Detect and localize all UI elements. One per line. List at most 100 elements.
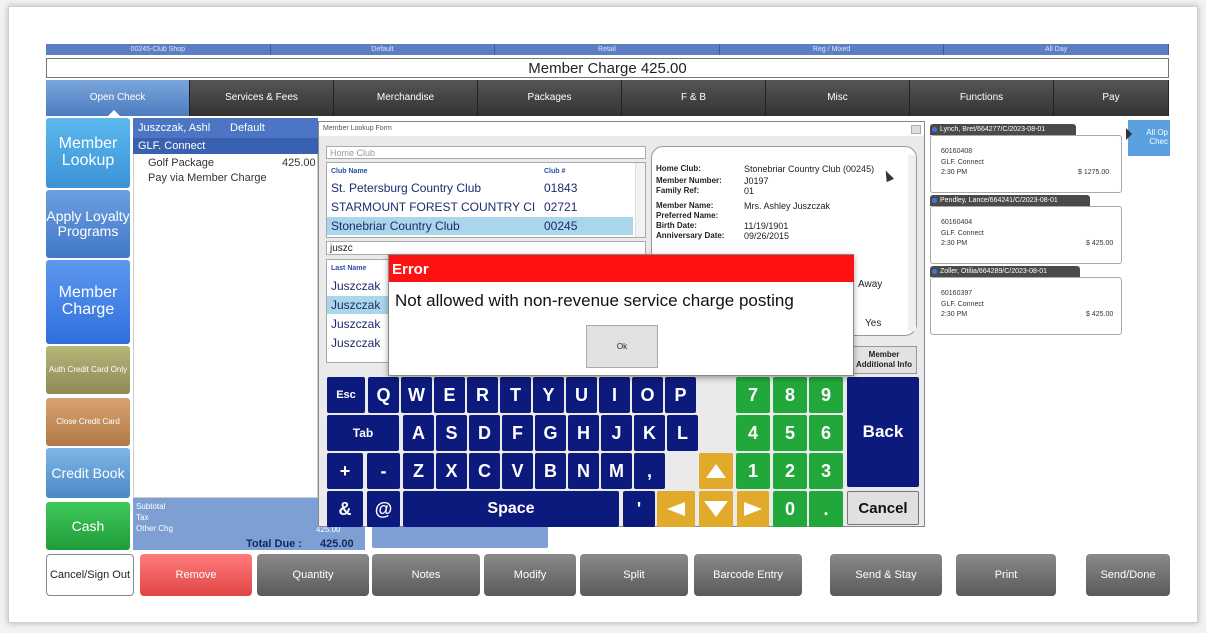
key-x[interactable]: X — [436, 453, 467, 489]
appointment-header[interactable]: Zoller, Otilia/664289/C/2023-08-01 — [930, 266, 1080, 277]
key-q[interactable]: Q — [368, 377, 399, 413]
appointment-card[interactable]: 60160397 GLF. Connect 2:30 PM $ 425.00 — [930, 277, 1122, 335]
num-key-4[interactable]: 4 — [736, 415, 770, 451]
club-row[interactable]: St. Petersburg Country Club 01843 — [327, 179, 633, 197]
apostrophe-key[interactable]: ' — [623, 491, 655, 527]
key-u[interactable]: U — [566, 377, 597, 413]
key-t[interactable]: T — [500, 377, 531, 413]
decimal-key[interactable]: . — [809, 491, 843, 527]
close-icon[interactable] — [911, 125, 921, 134]
cancel-key[interactable]: Cancel — [847, 491, 919, 525]
home-club-input[interactable]: Home Club — [326, 146, 646, 159]
key-o[interactable]: O — [632, 377, 663, 413]
split-button[interactable]: Split — [580, 554, 688, 596]
key-j[interactable]: J — [601, 415, 632, 451]
tab-key[interactable]: Tab — [327, 415, 399, 451]
club-row[interactable]: STARMOUNT FOREST COUNTRY CI 02721 — [327, 198, 633, 216]
details-scrollbar[interactable] — [908, 155, 916, 331]
appointment-header[interactable]: Pendley, Lance/664241/C/2023-08-01 — [930, 195, 1090, 206]
arrow-up-icon[interactable] — [699, 453, 733, 489]
tab-misc[interactable]: Misc — [766, 80, 910, 116]
key-k[interactable]: K — [634, 415, 665, 451]
key-l[interactable]: L — [667, 415, 698, 451]
arrow-right-icon[interactable] — [737, 491, 769, 527]
appointment-group: GLF. Connect — [941, 301, 984, 308]
member-charge-button[interactable]: Member Charge — [46, 260, 130, 344]
search-input[interactable]: juszc — [326, 241, 646, 255]
ok-button[interactable]: Ok — [586, 325, 658, 368]
key-a[interactable]: A — [403, 415, 434, 451]
member-row[interactable]: Juszczak — [327, 334, 397, 352]
member-row[interactable]: Juszczak — [327, 315, 397, 333]
close-credit-card-button[interactable]: Close Credit Card — [46, 398, 130, 446]
key-b[interactable]: B — [535, 453, 566, 489]
tab-merchandise[interactable]: Merchandise — [334, 80, 478, 116]
order-item-name[interactable]: Golf Package — [148, 157, 214, 169]
num-key-9[interactable]: 9 — [809, 377, 843, 413]
num-key-6[interactable]: 6 — [809, 415, 843, 451]
key-v[interactable]: V — [502, 453, 533, 489]
minus-key[interactable]: - — [367, 453, 400, 489]
appointment-card[interactable]: 60160404 GLF. Connect 2:30 PM $ 425.00 — [930, 206, 1122, 264]
key-n[interactable]: N — [568, 453, 599, 489]
num-key-3[interactable]: 3 — [809, 453, 843, 489]
key-y[interactable]: Y — [533, 377, 564, 413]
notes-button[interactable]: Notes — [372, 554, 480, 596]
esc-key[interactable]: Esc — [327, 377, 365, 413]
send-stay-button[interactable]: Send & Stay — [830, 554, 942, 596]
tab-open-check[interactable]: Open Check — [46, 80, 190, 116]
num-key-1[interactable]: 1 — [736, 453, 770, 489]
space-key[interactable]: Space — [403, 491, 619, 527]
appointment-card[interactable]: 60160408 GLF. Connect 2:30 PM $ 1275.00 — [930, 135, 1122, 193]
key-i[interactable]: I — [599, 377, 630, 413]
remove-button[interactable]: Remove — [140, 554, 252, 596]
barcode-entry-button[interactable]: Barcode Entry — [694, 554, 802, 596]
arrow-left-icon[interactable] — [657, 491, 695, 527]
key-e[interactable]: E — [434, 377, 465, 413]
quantity-button[interactable]: Quantity — [257, 554, 369, 596]
comma-key[interactable]: , — [634, 453, 665, 489]
key-p[interactable]: P — [665, 377, 696, 413]
ampersand-key[interactable]: & — [327, 491, 363, 527]
key-c[interactable]: C — [469, 453, 500, 489]
key-r[interactable]: R — [467, 377, 498, 413]
tab-packages[interactable]: Packages — [478, 80, 622, 116]
credit-book-button[interactable]: Credit Book — [46, 448, 130, 498]
key-z[interactable]: Z — [403, 453, 434, 489]
club-list-scrollbar[interactable] — [635, 163, 645, 237]
detail-label: Preferred Name: — [656, 211, 719, 220]
at-key[interactable]: @ — [367, 491, 400, 527]
auth-credit-card-button[interactable]: Auth Credit Card Only — [46, 346, 130, 394]
cash-button[interactable]: Cash — [46, 502, 130, 550]
num-key-7[interactable]: 7 — [736, 377, 770, 413]
plus-key[interactable]: + — [327, 453, 363, 489]
member-row[interactable]: Juszczak — [327, 277, 397, 295]
num-key-0[interactable]: 0 — [773, 491, 807, 527]
appointment-header[interactable]: Lynch, Bret/664277/C/2023-08-01 — [930, 124, 1076, 135]
key-w[interactable]: W — [401, 377, 432, 413]
num-key-5[interactable]: 5 — [773, 415, 807, 451]
print-button[interactable]: Print — [956, 554, 1056, 596]
member-additional-info-button[interactable]: Member Additional Info — [851, 346, 917, 374]
num-key-8[interactable]: 8 — [773, 377, 807, 413]
club-row-selected[interactable]: Stonebriar Country Club 00245 — [327, 217, 633, 235]
arrow-down-icon[interactable] — [699, 491, 733, 527]
tab-services-fees[interactable]: Services & Fees — [190, 80, 334, 116]
key-f[interactable]: F — [502, 415, 533, 451]
tab-pay[interactable]: Pay — [1054, 80, 1169, 116]
tab-fb[interactable]: F & B — [622, 80, 766, 116]
send-done-button[interactable]: Send/Done — [1086, 554, 1170, 596]
member-lookup-button[interactable]: Member Lookup — [46, 118, 130, 188]
key-h[interactable]: H — [568, 415, 599, 451]
apply-loyalty-button[interactable]: Apply Loyalty Programs — [46, 190, 130, 258]
tab-functions[interactable]: Functions — [910, 80, 1054, 116]
num-key-2[interactable]: 2 — [773, 453, 807, 489]
member-row-selected[interactable]: Juszczak — [327, 296, 397, 314]
key-m[interactable]: M — [601, 453, 632, 489]
key-d[interactable]: D — [469, 415, 500, 451]
cancel-sign-out-button[interactable]: Cancel/Sign Out — [46, 554, 134, 596]
modify-button[interactable]: Modify — [484, 554, 576, 596]
back-key[interactable]: Back — [847, 377, 919, 487]
key-g[interactable]: G — [535, 415, 566, 451]
key-s[interactable]: S — [436, 415, 467, 451]
